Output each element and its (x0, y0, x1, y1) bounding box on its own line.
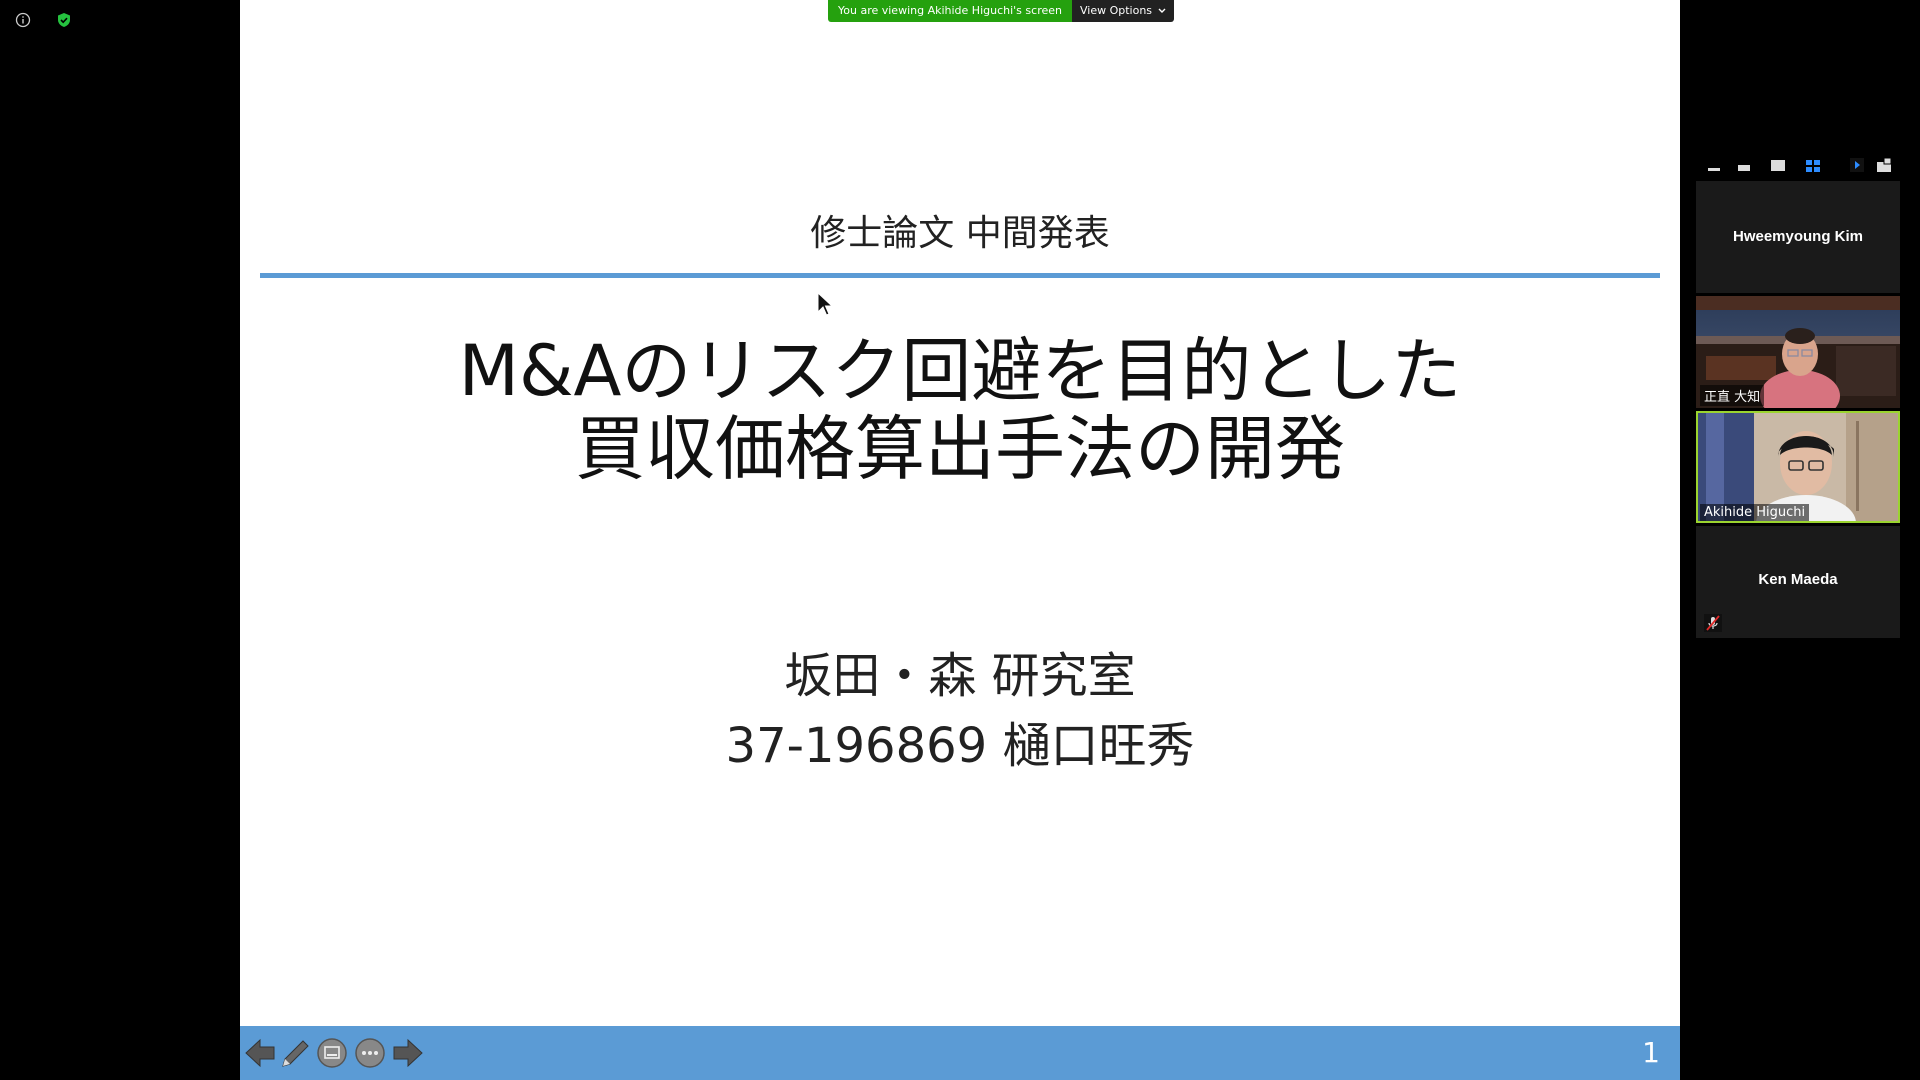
slide-student: 37-196869 樋口旺秀 (725, 718, 1195, 774)
view-options-label: View Options (1079, 4, 1153, 17)
participant-name: Hweemyoung Kim (1732, 228, 1864, 245)
participant-tile[interactable]: Ken Maeda (1696, 526, 1900, 638)
slide-subtitle: 修士論文 中間発表 (810, 213, 1110, 254)
speaker-view-icon[interactable] (1770, 157, 1786, 173)
participant-name: 正直 大知 (1700, 385, 1765, 406)
slide-lab: 坂田・森 研究室 (784, 648, 1136, 704)
info-icon[interactable] (15, 12, 31, 28)
shared-screen: You are viewing Akihide Higuchi's screen… (240, 0, 1680, 1080)
pen-tool-icon[interactable] (277, 1036, 311, 1070)
slide-title: M&Aのリスク回避を目的とした 買収価格算出手法の開発 (240, 332, 1680, 488)
active-speaker-tile[interactable]: Akihide Higuchi (1696, 411, 1900, 523)
gallery-view-icon[interactable] (1805, 157, 1821, 173)
participant-name: Ken Maeda (1758, 571, 1838, 588)
shield-icon[interactable] (56, 12, 72, 28)
slide-title-line-2: 買収価格算出手法の開発 (575, 408, 1345, 490)
mouse-cursor-icon (817, 292, 833, 316)
screen-share-banner: You are viewing Akihide Higuchi's screen… (828, 0, 1175, 22)
more-options-icon[interactable] (353, 1036, 387, 1070)
slide-divider (260, 273, 1660, 278)
slide-page-number: 1 (1642, 1036, 1660, 1069)
gallery-view-toggles (1700, 153, 1892, 177)
participant-name: Akihide Higuchi (1700, 504, 1810, 521)
minimize-icon[interactable] (1707, 157, 1721, 173)
next-slide-icon[interactable] (391, 1036, 425, 1070)
participant-video-tile[interactable]: 正直 大知 (1696, 296, 1900, 408)
slide-footer: 1 (240, 1026, 1680, 1080)
participant-tile[interactable]: Hweemyoung Kim (1696, 181, 1900, 293)
hide-video-icon[interactable] (1737, 157, 1751, 173)
pop-out-icon[interactable] (1876, 157, 1892, 173)
mic-muted-icon (1704, 614, 1722, 632)
previous-slide-icon[interactable] (243, 1036, 277, 1070)
chevron-down-icon (1158, 8, 1166, 13)
slide-view-icon[interactable] (315, 1036, 349, 1070)
next-page-icon[interactable] (1850, 157, 1864, 173)
viewing-screen-message: You are viewing Akihide Higuchi's screen (828, 0, 1072, 22)
slide-title-line-1: M&Aのリスク回避を目的とした (458, 330, 1462, 412)
view-options-button[interactable]: View Options (1071, 0, 1175, 22)
